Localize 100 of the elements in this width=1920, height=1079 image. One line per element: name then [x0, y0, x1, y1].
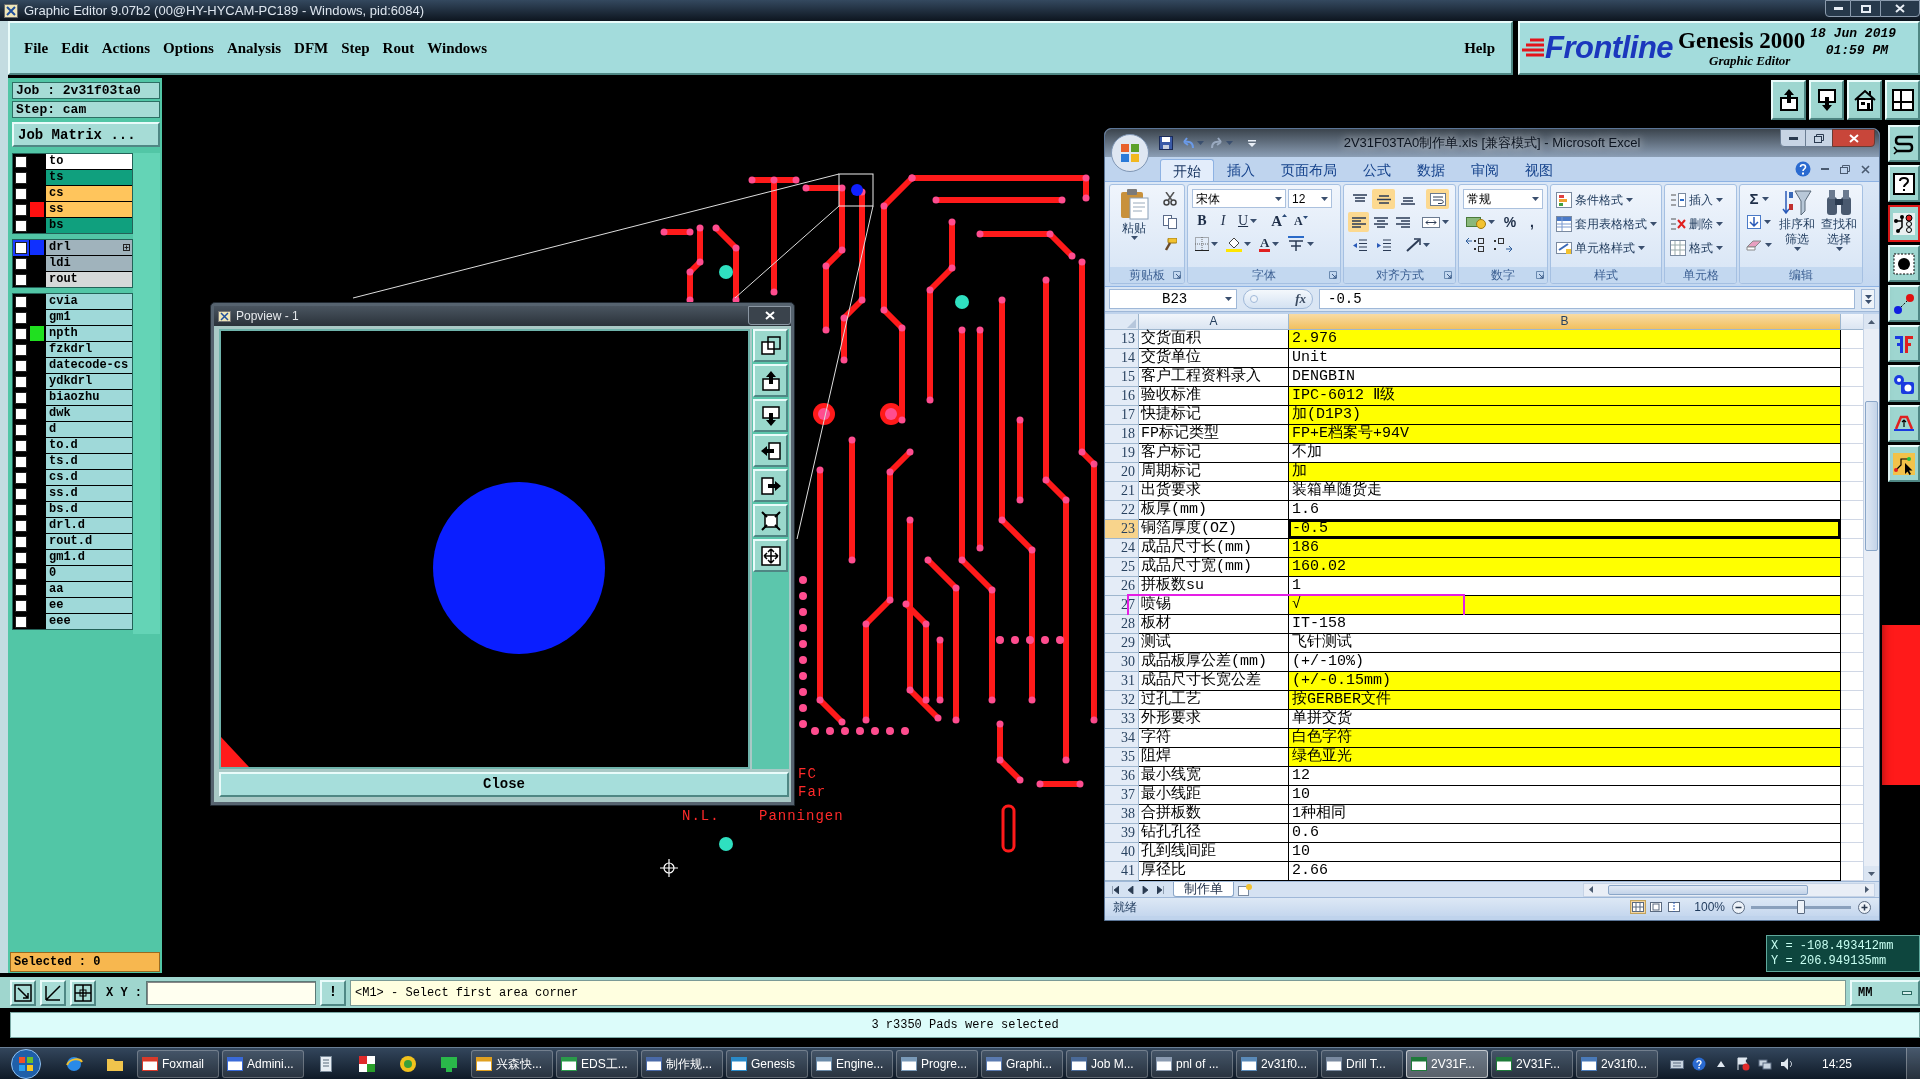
- tool-button[interactable]: [1888, 205, 1920, 242]
- row-header[interactable]: 22: [1105, 501, 1139, 520]
- row-header[interactable]: 19: [1105, 444, 1139, 463]
- row-header[interactable]: 34: [1105, 729, 1139, 748]
- taskbar-button[interactable]: Genesis: [726, 1049, 808, 1078]
- vertical-scrollbar[interactable]: [1863, 314, 1879, 881]
- row-header[interactable]: 24: [1105, 539, 1139, 558]
- taskbar-button[interactable]: Drill T...: [1321, 1049, 1403, 1078]
- table-cell[interactable]: 铜箔厚度(OZ): [1139, 520, 1289, 539]
- menu-item[interactable]: Edit: [61, 36, 89, 60]
- format-toggle[interactable]: U: [1234, 211, 1262, 231]
- table-cell[interactable]: 160.02: [1289, 558, 1841, 577]
- layer-item[interactable]: ydkdrl: [46, 374, 132, 389]
- table-cell[interactable]: 10: [1289, 786, 1841, 805]
- table-cell[interactable]: 成品尺寸长宽公差: [1139, 672, 1289, 691]
- table-cell[interactable]: 厚径比: [1139, 862, 1289, 881]
- slider-thumb[interactable]: [1797, 899, 1805, 914]
- layer-item[interactable]: fzkdrl: [46, 342, 132, 357]
- menu-item[interactable]: Windows: [427, 36, 487, 60]
- layer-item[interactable]: bs.d: [46, 502, 132, 517]
- row-header[interactable]: 20: [1105, 463, 1139, 482]
- table-cell[interactable]: 字符: [1139, 729, 1289, 748]
- xy-input-field[interactable]: [146, 980, 316, 1005]
- taskbar-button[interactable]: pnl of ...: [1151, 1049, 1233, 1078]
- checkbox[interactable]: [14, 455, 27, 468]
- table-cell[interactable]: 12: [1289, 767, 1841, 786]
- taskbar-button[interactable]: 2v31f0...: [1576, 1049, 1658, 1078]
- layer-item[interactable]: gm1.d: [46, 550, 132, 565]
- menu-item[interactable]: Actions: [101, 36, 150, 60]
- autosum-button[interactable]: Σ: [1743, 189, 1775, 209]
- taskbar-button[interactable]: 制作规...: [641, 1049, 723, 1078]
- row-header[interactable]: 18: [1105, 425, 1139, 444]
- formula-field[interactable]: -0.5: [1319, 289, 1855, 309]
- taskbar-button[interactable]: Foxmail: [137, 1049, 219, 1078]
- table-cell[interactable]: 2.66: [1289, 862, 1841, 881]
- ribbon-tab[interactable]: 页面布局: [1268, 159, 1350, 181]
- layer-item[interactable]: cs: [46, 186, 132, 201]
- scroll-thumb[interactable]: [1865, 401, 1878, 551]
- layer-item[interactable]: ss: [46, 202, 132, 217]
- checkbox[interactable]: [14, 273, 27, 286]
- layer-item[interactable]: bs: [46, 218, 132, 233]
- table-cell[interactable]: FP标记类型: [1139, 425, 1289, 444]
- layer-item[interactable]: eee: [46, 614, 132, 629]
- close-button[interactable]: Close: [219, 772, 789, 797]
- checkbox[interactable]: [14, 257, 27, 270]
- checkbox[interactable]: [14, 187, 27, 200]
- alignment-toggle[interactable]: [1348, 212, 1369, 232]
- layer-item[interactable]: rout.d: [46, 534, 132, 549]
- row-header[interactable]: 36: [1105, 767, 1139, 786]
- table-cell[interactable]: IPC-6012 Ⅱ级: [1289, 387, 1841, 406]
- column-header[interactable]: B: [1289, 314, 1841, 330]
- tray-icon[interactable]: [1691, 1055, 1707, 1072]
- row-header[interactable]: 31: [1105, 672, 1139, 691]
- close-button[interactable]: [1832, 129, 1875, 147]
- close-button[interactable]: [1880, 0, 1920, 17]
- table-cell[interactable]: √: [1289, 596, 1841, 615]
- minimize-button[interactable]: [1780, 129, 1806, 147]
- layer-item[interactable]: ldi: [46, 256, 132, 271]
- checkbox[interactable]: [14, 487, 27, 500]
- checkbox[interactable]: [14, 311, 27, 324]
- table-cell[interactable]: 白色字符: [1289, 729, 1841, 748]
- job-matrix-button[interactable]: Job Matrix ...: [12, 122, 160, 147]
- expand-button[interactable]: [1861, 289, 1875, 309]
- taskbar-button[interactable]: 2V31F...: [1406, 1049, 1488, 1078]
- table-cell[interactable]: 阻焊: [1139, 748, 1289, 767]
- checkbox[interactable]: [14, 423, 27, 436]
- minimize-button[interactable]: [1825, 0, 1851, 17]
- layer-item[interactable]: cvia: [46, 294, 132, 309]
- row-header[interactable]: 13: [1105, 330, 1139, 349]
- row-header[interactable]: 33: [1105, 710, 1139, 729]
- layer-item[interactable]: cs.d: [46, 470, 132, 485]
- table-cell[interactable]: 钻孔孔径: [1139, 824, 1289, 843]
- name-box[interactable]: B23: [1109, 289, 1237, 309]
- number-format-field[interactable]: 常规: [1463, 189, 1543, 209]
- column-header[interactable]: A: [1139, 314, 1289, 330]
- cells-menu-button[interactable]: 删除: [1669, 213, 1732, 235]
- checkbox[interactable]: [14, 519, 27, 532]
- checkbox[interactable]: [14, 535, 27, 548]
- row-header[interactable]: 30: [1105, 653, 1139, 672]
- table-cell[interactable]: 加: [1289, 463, 1841, 482]
- horizontal-scrollbar[interactable]: [1583, 882, 1875, 897]
- table-cell[interactable]: 交货面积: [1139, 330, 1289, 349]
- table-cell[interactable]: 客户工程资料录入: [1139, 368, 1289, 387]
- table-cell[interactable]: 按GERBER文件: [1289, 691, 1841, 710]
- checkbox[interactable]: [14, 599, 27, 612]
- row-header[interactable]: 16: [1105, 387, 1139, 406]
- layer-item[interactable]: biaozhu: [46, 390, 132, 405]
- checkbox[interactable]: [14, 439, 27, 452]
- table-cell[interactable]: 合拼板数: [1139, 805, 1289, 824]
- checkbox[interactable]: [14, 551, 27, 564]
- table-cell[interactable]: 快捷标记: [1139, 406, 1289, 425]
- borders-button[interactable]: [1192, 234, 1221, 254]
- menu-item[interactable]: Analysis: [226, 36, 282, 60]
- menu-item[interactable]: Options: [163, 36, 214, 60]
- row-header[interactable]: 28: [1105, 615, 1139, 634]
- format-toggle[interactable]: I: [1213, 211, 1233, 231]
- table-cell[interactable]: -0.5: [1289, 520, 1841, 539]
- row-header[interactable]: 17: [1105, 406, 1139, 425]
- checkbox[interactable]: [14, 171, 27, 184]
- menu-item[interactable]: Step: [341, 36, 370, 60]
